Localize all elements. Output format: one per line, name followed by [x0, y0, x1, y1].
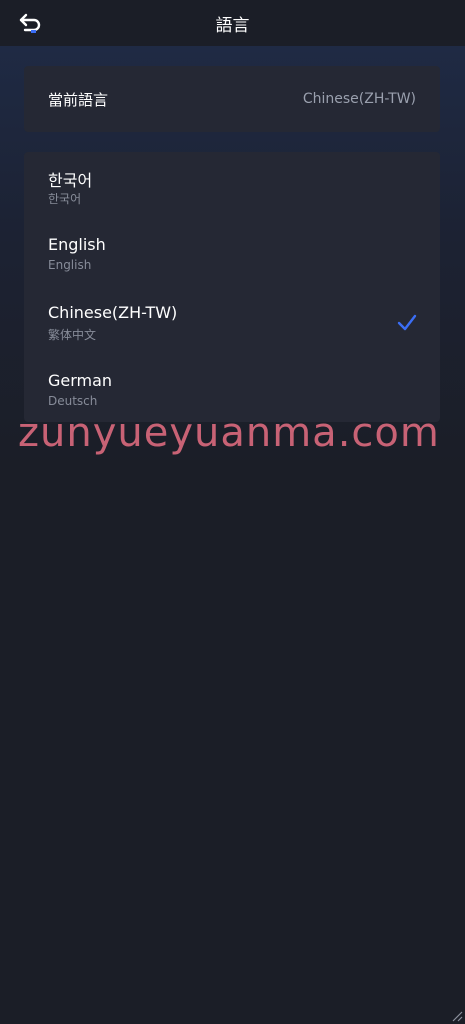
language-name: Chinese(ZH-TW): [48, 303, 178, 322]
language-name: German: [48, 371, 113, 390]
resize-handle-icon[interactable]: [449, 1008, 463, 1022]
current-language-label: 當前語言: [48, 90, 109, 109]
language-list: 한국어 한국어 English English Chinese(ZH-TW) 繁…: [24, 152, 440, 422]
language-item-english[interactable]: English English: [24, 222, 440, 288]
language-name: English: [48, 235, 106, 254]
header-bar: 語言: [0, 0, 465, 46]
language-item-chinese-zh-tw[interactable]: Chinese(ZH-TW) 繁体中文: [24, 290, 440, 356]
checkmark-icon: [397, 314, 417, 331]
watermark-text: zunyueyuanma.com: [18, 410, 440, 456]
language-native-name: Deutsch: [48, 394, 98, 408]
current-language-card: 當前語言 Chinese(ZH-TW): [24, 66, 440, 132]
language-native-name: 繁体中文: [48, 328, 97, 342]
language-native-name: 한국어: [48, 192, 82, 206]
language-item-korean[interactable]: 한국어 한국어: [24, 154, 440, 220]
language-native-name: English: [48, 258, 92, 272]
current-language-value: Chinese(ZH-TW): [302, 91, 416, 107]
language-name: 한국어: [48, 171, 93, 190]
back-button[interactable]: [14, 8, 46, 38]
page-title: 語言: [215, 15, 250, 36]
back-arrow-icon: [19, 13, 41, 33]
